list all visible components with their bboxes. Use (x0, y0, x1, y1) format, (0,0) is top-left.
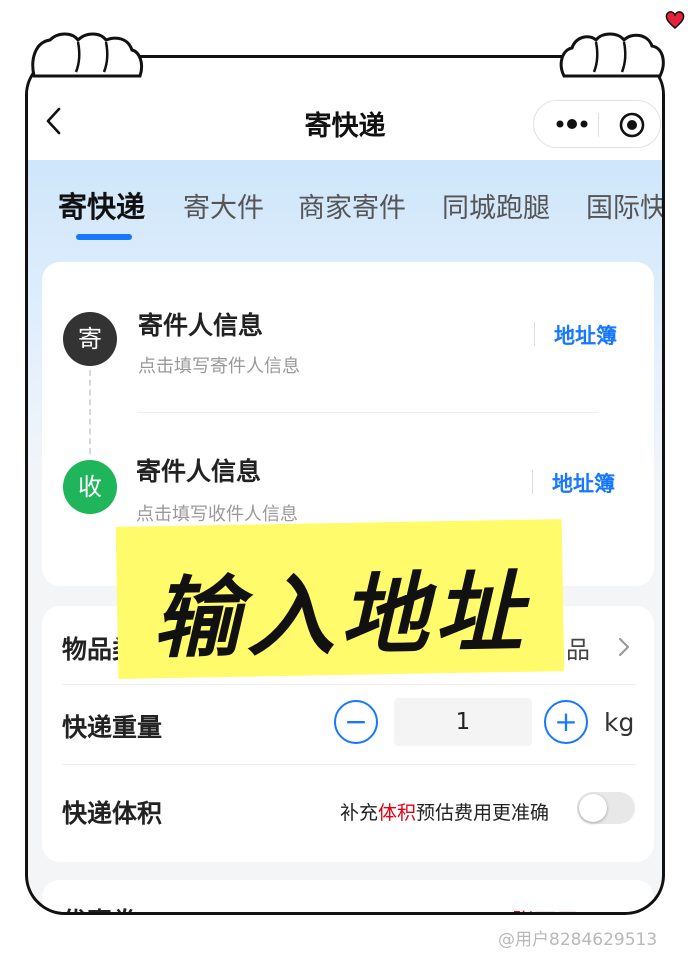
tab-large-item[interactable]: 寄大件 (183, 186, 264, 225)
sender-hint[interactable]: 点击填写寄件人信息 (138, 352, 300, 378)
hand-left-decoration-icon (31, 32, 144, 78)
address-connector (89, 370, 91, 454)
tab-merchant[interactable]: 商家寄件 (298, 186, 406, 225)
phone-frame: 寄快递 寄快递 寄大件 商家寄件 同城跑腿 国际快 寄 寄件人信息 点击填写寄件… (25, 55, 665, 915)
watermark: @用户8284629513 (498, 930, 658, 950)
overlay-banner: 输入地址 (115, 519, 565, 679)
row-divider (62, 684, 636, 685)
row-divider (62, 764, 636, 765)
decrease-weight-button[interactable]: − (334, 700, 378, 744)
coupon-label: 优惠券 (62, 902, 137, 912)
volume-toggle[interactable] (577, 792, 635, 824)
mini-program-capsule (533, 100, 661, 148)
tab-international[interactable]: 国际快 (586, 186, 662, 225)
more-icon[interactable] (552, 111, 592, 137)
hand-right-decoration-icon (559, 32, 665, 78)
receiver-divider (532, 470, 533, 494)
close-miniprogram-icon[interactable] (618, 111, 646, 139)
banner-text: 输入地址 (151, 560, 530, 671)
receiver-hint[interactable]: 点击填写收件人信息 (136, 500, 298, 526)
receiver-badge: 收 (63, 460, 117, 514)
chevron-right-icon[interactable] (617, 636, 631, 658)
tab-same-city[interactable]: 同城跑腿 (442, 186, 550, 225)
active-tab-indicator (76, 234, 132, 240)
heart-icon (665, 11, 685, 29)
sender-address-book-link[interactable]: 地址簿 (554, 320, 617, 350)
weight-label: 快递重量 (62, 713, 163, 742)
volume-label: 快递体积 (62, 799, 163, 828)
minus-icon: − (344, 705, 368, 738)
weight-unit: kg (604, 708, 635, 737)
coupon-card[interactable]: 优惠券 2张可用 (42, 880, 654, 912)
volume-hint: 补充体积预估费用更准确 (340, 802, 550, 824)
tab-express[interactable]: 寄快递 (58, 184, 145, 226)
capsule-divider (598, 113, 599, 137)
sender-title[interactable]: 寄件人信息 (138, 306, 263, 342)
sender-badge: 寄 (63, 312, 117, 366)
receiver-title[interactable]: 寄件人信息 (136, 452, 261, 488)
coupon-value: 2张可用 (498, 904, 578, 912)
weight-input[interactable]: 1 (394, 698, 532, 746)
plus-icon: + (554, 705, 578, 738)
increase-weight-button[interactable]: + (544, 700, 588, 744)
address-separator (138, 412, 598, 413)
toggle-knob (579, 794, 607, 822)
screen: 寄快递 寄快递 寄大件 商家寄件 同城跑腿 国际快 寄 寄件人信息 点击填写寄件… (28, 58, 662, 912)
receiver-address-book-link[interactable]: 地址簿 (552, 468, 615, 498)
sender-divider (534, 322, 535, 346)
